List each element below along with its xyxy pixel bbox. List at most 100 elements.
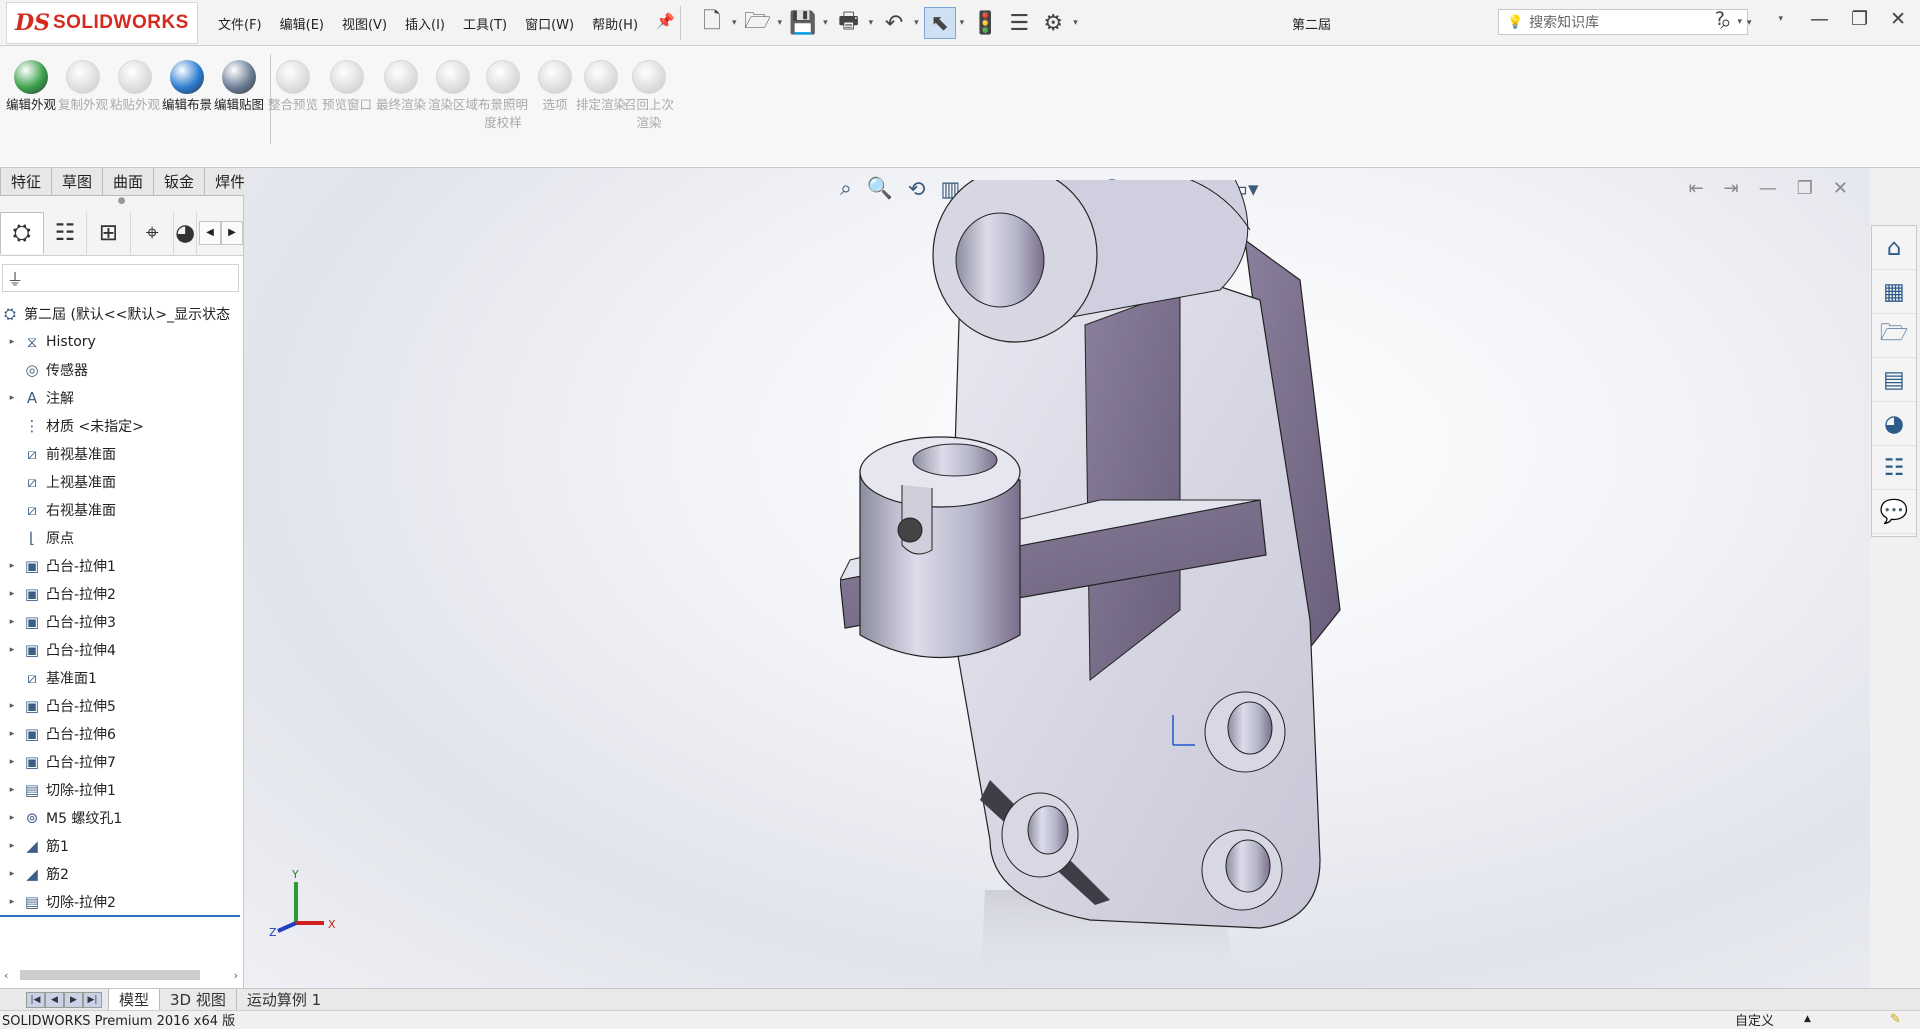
feature-tree-item[interactable]: ◎ 传感器 [0,356,244,384]
last-tab-icon[interactable]: ▶| [83,991,102,1008]
menu-item-3[interactable]: 插入(I) [405,14,445,33]
command-tab-3[interactable]: 钣金 [153,168,206,196]
feature-tree-item[interactable]: ⋮ 材质 <未指定> [0,412,244,440]
units-selector[interactable]: 自定义 [1735,1010,1774,1029]
forum-icon[interactable]: 💬 [1872,490,1916,534]
feature-tree-item[interactable]: ▸ ▣ 凸台-拉伸7 [0,748,244,776]
options-button[interactable]: 选项 [530,60,580,114]
view-palette-icon[interactable]: ▤ [1872,358,1916,402]
open-folder-icon[interactable]: 🗁 [742,7,774,39]
menu-item-1[interactable]: 编辑(E) [280,14,324,33]
expand-arrow-icon[interactable]: ▸ [6,617,18,627]
expand-arrow-icon[interactable]: ▸ [6,701,18,711]
feature-tree-item[interactable]: ▸ ▤ 切除-拉伸1 [0,776,244,804]
first-tab-icon[interactable]: |◀ [26,991,45,1008]
feature-tree-item[interactable]: ▸ ⧖ History [0,328,244,356]
command-tab-2[interactable]: 曲面 [102,168,155,196]
feature-tree-item[interactable]: ▸ ⊚ M5 螺纹孔1 [0,804,244,832]
feature-tree-item[interactable]: ⧄ 前视基准面 [0,440,244,468]
prev-tab-icon[interactable]: ◀ [45,991,64,1008]
expand-arrow-icon[interactable]: ▸ [6,645,18,655]
print-dropdown-icon[interactable]: ▾ [869,18,874,28]
solidworks-logo[interactable]: DS SOLIDWORKS [6,2,198,44]
expand-arrow-icon[interactable]: ▸ [6,785,18,795]
integrated-preview-button[interactable]: 整合预览 [268,60,318,114]
new-document-icon[interactable]: 🗋 [696,7,728,39]
expand-arrow-icon[interactable]: ▸ [6,393,18,403]
feature-tree-item[interactable]: ▸ ▣ 凸台-拉伸2 [0,580,244,608]
traffic-light-rebuild-icon[interactable]: 🚦 [969,7,1001,39]
final-render-button[interactable]: 最终渲染 [376,60,426,114]
file-explorer-icon[interactable]: 🗁 [1872,314,1916,358]
viewport-minimize-icon[interactable]: — [1759,178,1777,199]
command-tab-0[interactable]: 特征 [0,168,53,196]
preview-window-button[interactable]: 预览窗口 [322,60,372,114]
viewport-close-icon[interactable]: ✕ [1833,178,1848,199]
feature-tree-item[interactable]: ▸ ▣ 凸台-拉伸5 [0,692,244,720]
bottom-tab-0[interactable]: 模型 [108,988,160,1011]
edit-scene-button[interactable]: 编辑布景 [162,60,212,114]
command-tab-1[interactable]: 草图 [51,168,104,196]
recall-last-render-button[interactable]: 召回上次渲染 [624,60,674,132]
collapse-right-icon[interactable]: ⇥ [1724,178,1739,199]
print-icon[interactable]: 🖶 [833,7,865,39]
configuration-manager-tab[interactable]: ⊞ [87,211,131,254]
select-pointer-icon[interactable]: ⬉ [923,7,956,39]
menu-item-4[interactable]: 工具(T) [463,14,507,33]
feature-tree-item[interactable]: ▸ A 注解 [0,384,244,412]
help-icon[interactable]: ? ▾ [1693,8,1757,30]
scene-illumination-proof-button[interactable]: 布景照明度校样 [478,60,528,132]
save-dropdown-icon[interactable]: ▾ [823,18,828,28]
bottom-tab-2[interactable]: 运动算例 1 [235,988,331,1011]
feature-tree-filter[interactable]: ⏚ [2,264,239,292]
feature-tree-item[interactable]: ▸ ◢ 筋2 [0,860,244,888]
expand-arrow-icon[interactable]: ▸ [6,337,18,347]
undo-dropdown-icon[interactable]: ▾ [914,18,919,28]
tab-scroll-left-icon[interactable]: ◀ [199,220,222,245]
expand-arrow-icon[interactable]: ▸ [6,869,18,879]
pin-menu-icon[interactable]: 📌 [656,12,675,30]
search-scope-icon[interactable]: 💡 [1507,15,1523,30]
feature-tree-item[interactable]: ▸ ◢ 筋1 [0,832,244,860]
display-manager-tab[interactable]: ◕ [174,211,198,254]
property-manager-tab[interactable]: ☷ [44,211,88,254]
feature-tree-root[interactable]: ⛭ 第二屆 (默认<<默认>_显示状态 [0,300,244,328]
help-dropdown-icon[interactable]: ▾ [1747,18,1752,28]
scroll-thumb[interactable] [20,970,200,980]
next-tab-icon[interactable]: ▶ [64,991,83,1008]
new-document-dropdown-icon[interactable]: ▾ [732,18,737,28]
menu-item-6[interactable]: 帮助(H) [592,14,638,33]
tab-scroll-right-icon[interactable]: ▶ [221,220,244,245]
rebuild-status-icon[interactable]: ✎ [1890,1012,1901,1027]
open-folder-dropdown-icon[interactable]: ▾ [778,18,783,28]
feature-tree-item[interactable]: ▸ ▣ 凸台-拉伸1 [0,552,244,580]
menu-item-0[interactable]: 文件(F) [218,14,262,33]
feature-tree-item[interactable]: ▸ ▣ 凸台-拉伸6 [0,720,244,748]
render-region-button[interactable]: 渲染区域 [428,60,478,114]
copy-appearance-button[interactable]: 复制外观 [58,60,108,114]
units-caret-icon[interactable]: ▲ [1804,1014,1811,1024]
dimxpert-manager-tab[interactable]: ⌖ [131,211,175,254]
scroll-right-icon[interactable]: › [234,969,238,982]
expand-arrow-icon[interactable]: ▸ [6,813,18,823]
bottom-tab-1[interactable]: 3D 视图 [159,988,236,1011]
expand-arrow-icon[interactable]: ▸ [6,589,18,599]
feature-tree-item[interactable]: ⧄ 基准面1 [0,664,244,692]
horizontal-scrollbar[interactable]: ‹ › [0,966,244,984]
paste-appearance-button[interactable]: 粘贴外观 [110,60,160,114]
feature-tree-item[interactable]: ⌊ 原点 [0,524,244,552]
minimize-icon[interactable]: — [1810,8,1829,30]
schedule-render-button[interactable]: 排定渲染 [576,60,626,114]
restore-icon[interactable]: ❐ [1851,8,1868,30]
rollback-bar[interactable] [0,915,240,917]
feature-manager-tab[interactable]: ⛭ [0,211,44,254]
user-dropdown-icon[interactable]: ▾ [1779,14,1784,24]
expand-arrow-icon[interactable]: ▸ [6,561,18,571]
undo-icon[interactable]: ↶ [878,7,910,39]
feature-tree-item[interactable]: ▸ ▣ 凸台-拉伸3 [0,608,244,636]
menu-item-5[interactable]: 窗口(W) [525,14,574,33]
design-library-icon[interactable]: ▦ [1872,270,1916,314]
expand-arrow-icon[interactable]: ▸ [6,757,18,767]
file-properties-icon[interactable]: ☰ [1003,7,1035,39]
viewport-restore-icon[interactable]: ❐ [1797,178,1813,199]
